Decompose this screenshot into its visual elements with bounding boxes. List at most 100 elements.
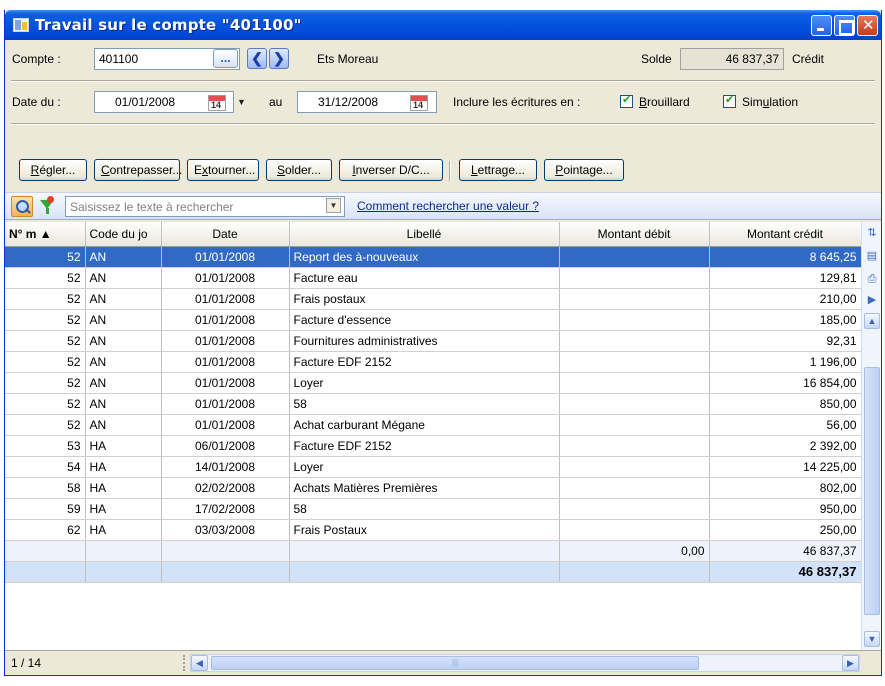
table-row[interactable]: 52 AN 01/01/2008 58 850,00 <box>5 393 861 415</box>
regler-button[interactable]: Régler... <box>19 159 87 181</box>
simulation-label[interactable]: Simulation <box>742 95 798 109</box>
table-cell: 52 <box>5 246 86 268</box>
table-row[interactable]: 52 AN 01/01/2008 Facture EDF 2152 1 196,00 <box>5 351 861 373</box>
table-cell: 59 <box>5 498 86 520</box>
lettrage-button[interactable]: Lettrage... <box>459 159 537 181</box>
table-cell <box>559 330 710 352</box>
splitter-grip[interactable] <box>183 655 188 671</box>
filter-icon[interactable] <box>38 196 56 215</box>
table-cell: 185,00 <box>709 309 861 331</box>
column-header[interactable]: Montant crédit <box>709 222 861 247</box>
table-cell: 17/02/2008 <box>161 498 290 520</box>
record-position: 1 / 14 <box>11 656 42 670</box>
chevron-down-icon[interactable]: ▼ <box>237 97 246 107</box>
table-row[interactable]: 53 HA 06/01/2008 Facture EDF 2152 2 392,00 <box>5 435 861 457</box>
scroll-up-button[interactable]: ▲ <box>864 313 880 329</box>
table-cell: 92,31 <box>709 330 861 352</box>
table-cell: 02/02/2008 <box>161 477 290 499</box>
table-cell: 8 645,25 <box>709 246 861 268</box>
table-cell <box>559 351 710 373</box>
brouillard-checkbox[interactable] <box>620 93 633 108</box>
table-row[interactable]: 58 HA 02/02/2008 Achats Matières Premières 8… <box>5 477 861 499</box>
table-row[interactable]: 52 AN 01/01/2008 Achat carburant Mégane 56,0… <box>5 414 861 436</box>
table-cell: AN <box>85 246 162 268</box>
table-cell: HA <box>85 435 162 457</box>
column-header[interactable]: Libellé <box>289 222 560 247</box>
table-cell <box>559 288 710 310</box>
table-row[interactable]: 52 AN 01/01/2008 Frais postaux 210,00 <box>5 288 861 310</box>
table-row[interactable]: 59 HA 17/02/2008 58 950,00 <box>5 498 861 520</box>
solder-button[interactable]: Solder... <box>266 159 332 181</box>
table-cell: 62 <box>5 519 86 541</box>
search-icon[interactable] <box>11 196 33 217</box>
table-cell: 52 <box>5 351 86 373</box>
date-from-label: Date du : <box>12 95 61 109</box>
table-cell: Facture d'essence <box>289 309 560 331</box>
separator <box>11 123 875 125</box>
close-button[interactable] <box>857 15 878 36</box>
account-browse-button[interactable]: ... <box>213 49 238 68</box>
expand-right-icon[interactable]: ▶ <box>865 293 879 307</box>
column-header[interactable]: Date <box>161 222 290 247</box>
calendar-icon[interactable]: 14 <box>208 95 226 111</box>
contrepasser-button[interactable]: Contrepasser... <box>94 159 182 181</box>
include-entries-label: Inclure les écritures en : <box>453 95 581 109</box>
table-row[interactable]: 52 AN 01/01/2008 Fournitures administrative… <box>5 330 861 352</box>
total-credit: 46 837,37 <box>709 539 861 562</box>
table-cell <box>85 561 162 583</box>
horizontal-scroll-thumb[interactable]: ||| <box>211 656 699 670</box>
scroll-down-button[interactable]: ▼ <box>864 631 880 647</box>
brouillard-label[interactable]: Brouillard <box>639 95 690 109</box>
action-toolbar: Régler... Contrepasser... Extourner... S… <box>5 159 881 183</box>
column-header[interactable]: Code du jo <box>85 222 162 247</box>
table-cell <box>5 561 86 583</box>
balance-value: 46 837,37 <box>725 52 779 66</box>
table-cell: 2 392,00 <box>709 435 861 457</box>
inverser-dc-button[interactable]: Inverser D/C... <box>339 159 443 181</box>
table-cell: 250,00 <box>709 519 861 541</box>
table-cell <box>161 539 290 562</box>
minimize-button[interactable] <box>811 15 832 36</box>
grid-view-icon[interactable]: ▤ <box>865 249 879 263</box>
extourner-button[interactable]: Extourner... <box>187 159 259 181</box>
sort-icon[interactable]: ⇅ <box>865 226 879 240</box>
maximize-button[interactable] <box>834 15 855 36</box>
column-header[interactable]: Montant débit <box>559 222 710 247</box>
table-row[interactable]: 52 AN 01/01/2008 Report des à-nouveaux 8 645… <box>5 246 861 268</box>
calendar-icon[interactable]: 14 <box>410 95 428 111</box>
table-cell <box>5 539 86 562</box>
print-icon[interactable]: ⎙ <box>865 272 879 286</box>
table-cell: Frais Postaux <box>289 519 560 541</box>
toolbar-separator <box>449 161 451 181</box>
table-cell: 01/01/2008 <box>161 288 290 310</box>
table-cell: AN <box>85 414 162 436</box>
title-bar[interactable]: Travail sur le compte "401100" <box>5 10 881 40</box>
pointage-button[interactable]: Pointage... <box>544 159 624 181</box>
scroll-thumb[interactable] <box>864 367 880 615</box>
scroll-right-button[interactable]: ▶ <box>842 655 859 671</box>
horizontal-scrollbar[interactable]: ◀ ||| ▶ <box>190 654 860 672</box>
table-row[interactable]: 62 HA 03/03/2008 Frais Postaux 250,00 <box>5 519 861 541</box>
search-dropdown-button[interactable]: ▼ <box>326 198 341 213</box>
table-cell: Loyer <box>289 456 560 478</box>
table-cell <box>559 519 710 541</box>
previous-account-button[interactable]: ❮ <box>247 48 267 69</box>
table-row[interactable]: 52 AN 01/01/2008 Facture d'essence 185,00 <box>5 309 861 331</box>
table-cell <box>559 414 710 436</box>
table-row[interactable]: 54 HA 14/01/2008 Loyer 14 225,00 <box>5 456 861 478</box>
window-title: Travail sur le compte "401100" <box>35 16 302 34</box>
search-help-link[interactable]: Comment rechercher une valeur ? <box>357 199 539 213</box>
table-cell: 950,00 <box>709 498 861 520</box>
table-cell <box>559 456 710 478</box>
column-header[interactable]: N° m ▲ <box>5 222 86 247</box>
next-account-button[interactable]: ❯ <box>269 48 289 69</box>
table-cell: 58 <box>289 393 560 415</box>
table-row[interactable]: 52 AN 01/01/2008 Facture eau 129,81 <box>5 267 861 289</box>
search-input[interactable]: Saisissez le texte à rechercher <box>65 196 345 217</box>
table-row[interactable]: 52 AN 01/01/2008 Loyer 16 854,00 <box>5 372 861 394</box>
scroll-left-button[interactable]: ◀ <box>191 655 208 671</box>
table-cell: 1 196,00 <box>709 351 861 373</box>
simulation-checkbox[interactable] <box>723 93 736 108</box>
vertical-scrollbar[interactable]: ⇅ ▤ ⎙ ▶ ▲ ▼ <box>861 222 881 650</box>
table-cell: 54 <box>5 456 86 478</box>
